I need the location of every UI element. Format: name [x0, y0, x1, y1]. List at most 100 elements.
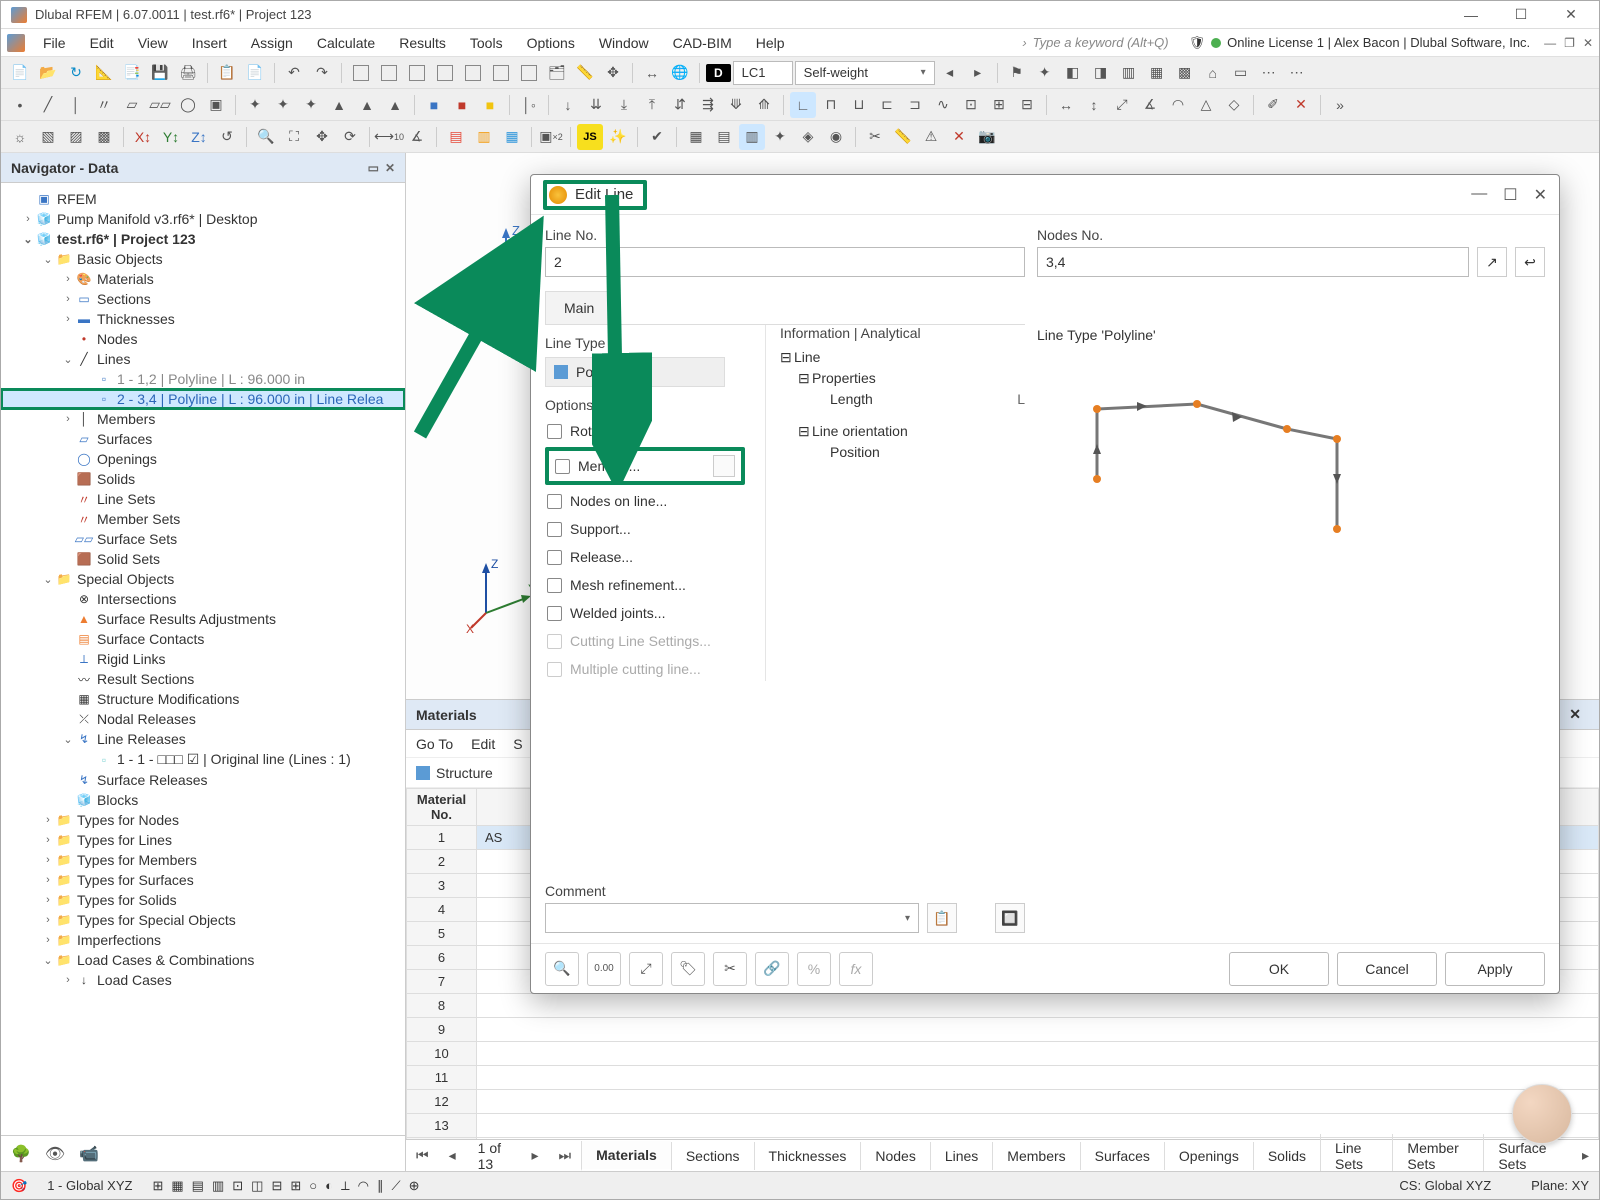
multiline-icon[interactable]: 〃	[91, 92, 117, 118]
tree-blocks[interactable]: 🧊Blocks	[1, 790, 405, 810]
tree-basic-objects[interactable]: ⌄📁Basic Objects	[1, 249, 405, 269]
snap1-icon[interactable]: ⊓	[818, 92, 844, 118]
star-icon[interactable]: ✦	[1032, 60, 1058, 86]
tree-project1[interactable]: ›🧊Pump Manifold v3.rf6* | Desktop	[1, 209, 405, 229]
cube-view1-icon[interactable]: ▧	[35, 124, 61, 150]
js-icon[interactable]: JS	[577, 124, 603, 150]
sb-i5[interactable]: ⊡	[232, 1178, 243, 1194]
cube2-icon[interactable]: ◨	[1088, 60, 1114, 86]
tree-nodes[interactable]: •Nodes	[1, 329, 405, 349]
tree-surf-contacts[interactable]: ▤Surface Contacts	[1, 629, 405, 649]
cancel-button[interactable]: Cancel	[1337, 952, 1437, 986]
tree-project2[interactable]: ⌄🧊test.rf6* | Project 123	[1, 229, 405, 249]
pan-icon[interactable]: ✥	[309, 124, 335, 150]
tab-lines[interactable]: Lines	[930, 1142, 992, 1170]
cube1-icon[interactable]: ◧	[1060, 60, 1086, 86]
load8-icon[interactable]: ⟰	[751, 92, 777, 118]
sb-i6[interactable]: ◫	[251, 1178, 263, 1194]
nodes-pick-icon[interactable]: ↗	[1477, 247, 1507, 277]
sb-i14[interactable]: ⟋	[392, 1178, 401, 1194]
print-icon[interactable]: 🖨	[175, 60, 201, 86]
x2-icon[interactable]: ▣×2	[538, 124, 564, 150]
redo-icon[interactable]: ↷	[309, 60, 335, 86]
dim7-icon[interactable]: ◇	[1221, 92, 1247, 118]
tree-members[interactable]: ›│Members	[1, 409, 405, 429]
angle-tool-icon[interactable]: ∡	[404, 124, 430, 150]
box-icon[interactable]: ▭	[1228, 60, 1254, 86]
tree-collapse-icon[interactable]: ⊟	[798, 423, 812, 440]
dlg-position-icon[interactable]: ⤢	[629, 952, 663, 986]
zoom-icon[interactable]: 🔍	[253, 124, 279, 150]
save-icon[interactable]: 💾	[147, 60, 173, 86]
dlg-fx-icon[interactable]: fx	[839, 952, 873, 986]
nodes-no-input[interactable]: 3,4	[1037, 247, 1469, 277]
misc1-icon[interactable]: ✐	[1260, 92, 1286, 118]
tab-openings[interactable]: Openings	[1164, 1142, 1253, 1170]
sq-yellow-icon[interactable]: ■	[477, 92, 503, 118]
dlg-delete-icon[interactable]: ✂	[713, 952, 747, 986]
tree-types-special[interactable]: ›📁Types for Special Objects	[1, 910, 405, 930]
tree-line-sets[interactable]: 〃Line Sets	[1, 489, 405, 509]
tree-collapse-icon[interactable]: ⊟	[798, 370, 812, 387]
fe1-icon[interactable]: ▤	[711, 124, 737, 150]
menu-cadbim[interactable]: CAD-BIM	[661, 31, 744, 55]
tabs-scroll-right-icon[interactable]: ▸	[1572, 1147, 1599, 1164]
tree-solid-sets[interactable]: 🟫Solid Sets	[1, 549, 405, 569]
menu-view[interactable]: View	[126, 31, 180, 55]
tree-special-objects[interactable]: ⌄📁Special Objects	[1, 569, 405, 589]
load4-icon[interactable]: ⤒	[639, 92, 665, 118]
sb-i4[interactable]: ▥	[212, 1178, 224, 1194]
navigator-video-icon[interactable]: 📹	[79, 1144, 99, 1164]
page-icon[interactable]: 📄	[242, 60, 268, 86]
sparkle-icon[interactable]: ✨	[605, 124, 631, 150]
snap6-icon[interactable]: ⊡	[958, 92, 984, 118]
navigator-close-icon[interactable]: ✕	[385, 161, 395, 175]
doc-minimize[interactable]: —	[1544, 36, 1556, 50]
tree-solids[interactable]: 🟫Solids	[1, 469, 405, 489]
dim6-icon[interactable]: △	[1193, 92, 1219, 118]
ruler-icon[interactable]: 📏	[890, 124, 916, 150]
tree-openings[interactable]: ◯Openings	[1, 449, 405, 469]
nodes-reverse-icon[interactable]: ↩	[1515, 247, 1545, 277]
dlg-link-icon[interactable]: 🔗	[755, 952, 789, 986]
menu-file[interactable]: File	[31, 31, 78, 55]
open-folder-icon[interactable]: 📂	[35, 60, 61, 86]
snap2-icon[interactable]: ⊔	[846, 92, 872, 118]
new-file-icon[interactable]: 📄	[7, 60, 33, 86]
dist-icon[interactable]: ⟷10	[376, 124, 402, 150]
ucs-icon[interactable]: 🎯	[11, 1178, 27, 1194]
tab-thicknesses[interactable]: Thicknesses	[754, 1142, 861, 1170]
sb-i12[interactable]: ◠	[358, 1178, 369, 1194]
tree-structure-mods[interactable]: ▦Structure Modifications	[1, 689, 405, 709]
line-type-select[interactable]: Polyline	[545, 357, 725, 387]
tree-rigid-links[interactable]: ⟂Rigid Links	[1, 649, 405, 669]
tree-thicknesses[interactable]: ›▬Thicknesses	[1, 309, 405, 329]
dialog-close-icon[interactable]: ✕	[1534, 185, 1547, 205]
load6-icon[interactable]: ⇶	[695, 92, 721, 118]
sb-i10[interactable]: ◐	[325, 1178, 333, 1194]
zoomfit-icon[interactable]: ⛶	[281, 124, 307, 150]
lc-name-combo[interactable]: Self-weight▾	[795, 61, 935, 85]
mesh-icon[interactable]: ▦	[683, 124, 709, 150]
tree-line-1[interactable]: ▫1 - 1,2 | Polyline | L : 96.000 in	[1, 369, 405, 389]
sb-i13[interactable]: ∥	[377, 1178, 384, 1194]
snap4-icon[interactable]: ⊐	[902, 92, 928, 118]
undo-icon[interactable]: ↶	[281, 60, 307, 86]
app-menu-icon[interactable]	[7, 34, 25, 52]
snap5-icon[interactable]: ∿	[930, 92, 956, 118]
tree-lines[interactable]: ⌄╱Lines	[1, 349, 405, 369]
navigator-eye-icon[interactable]: 👁	[45, 1144, 65, 1164]
res2-icon[interactable]: ◉	[823, 124, 849, 150]
opt-rotation[interactable]: Rotation...	[545, 419, 745, 443]
del-icon[interactable]: ✕	[1288, 92, 1314, 118]
render3-icon[interactable]: ▦	[499, 124, 525, 150]
menu-insert[interactable]: Insert	[180, 31, 239, 55]
cube3-icon[interactable]: ▥	[1116, 60, 1142, 86]
materials-structure-tab[interactable]: Structure	[436, 765, 493, 781]
multisurface-icon[interactable]: ▱▱	[147, 92, 173, 118]
tree-surf-res-adj[interactable]: ▲Surface Results Adjustments	[1, 609, 405, 629]
apply-button[interactable]: Apply	[1445, 952, 1545, 986]
pager-first-icon[interactable]: ⏮	[406, 1147, 439, 1164]
dialog-minimize-icon[interactable]: —	[1471, 185, 1487, 205]
grid4-icon[interactable]	[432, 60, 458, 86]
